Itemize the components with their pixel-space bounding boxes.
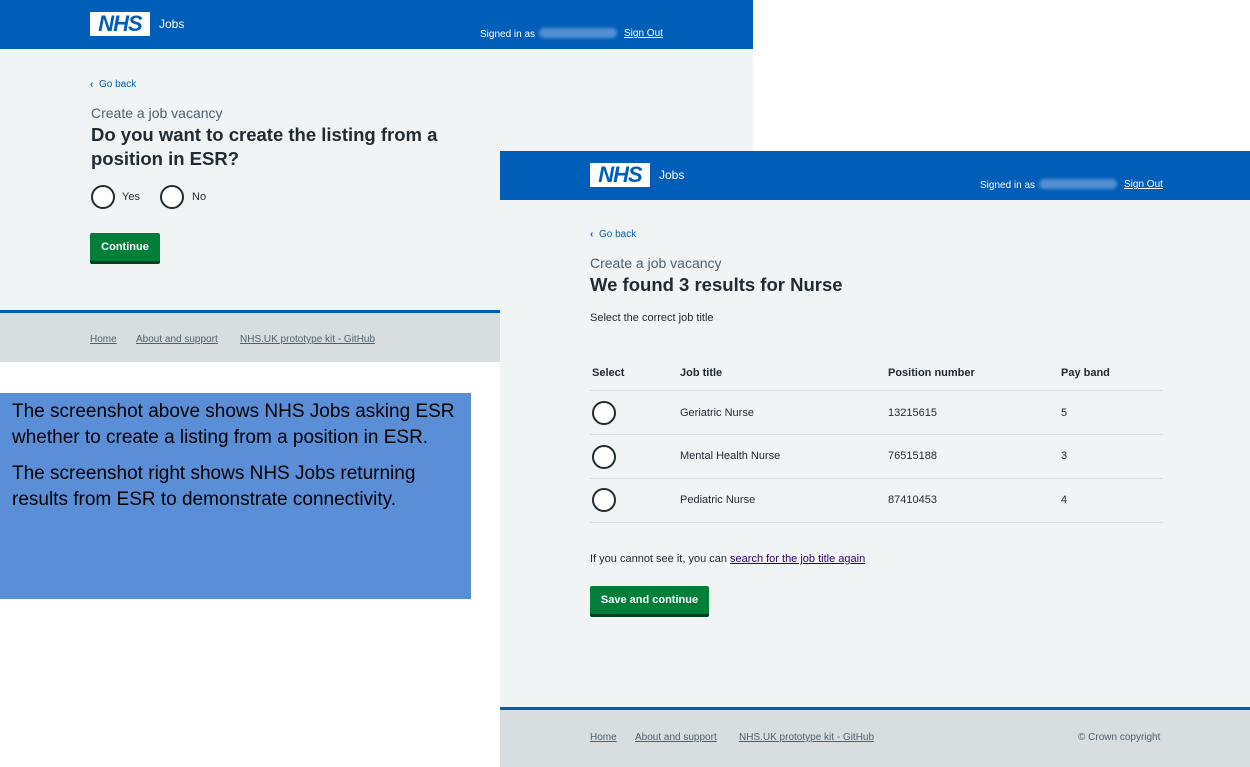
note-paragraph: The screenshot right shows NHS Jobs retu…: [12, 463, 416, 510]
footer-link-about[interactable]: About and support: [136, 334, 218, 345]
column-header-position-number: Position number: [888, 367, 975, 379]
sign-out-link[interactable]: Sign Out: [624, 28, 663, 39]
radio-no-label[interactable]: No: [192, 191, 206, 203]
signed-in-text: Signed in as: [480, 28, 621, 40]
chevron-left-icon: ‹: [90, 79, 94, 90]
copyright-text: © Crown copyright: [1078, 732, 1161, 743]
position-number-cell: 87410453: [888, 494, 937, 506]
footer-link-about[interactable]: About and support: [635, 732, 717, 743]
column-header-select: Select: [592, 367, 625, 379]
site-header: NHS Jobs Signed in as Sign Out: [500, 151, 1250, 200]
radio-yes-label[interactable]: Yes: [122, 191, 140, 203]
save-and-continue-button[interactable]: Save and continue: [590, 586, 709, 614]
service-name[interactable]: Jobs: [159, 17, 184, 31]
cannot-see-text: If you cannot see it, you can search for…: [590, 553, 866, 565]
footer-link-home[interactable]: Home: [590, 732, 617, 743]
chevron-left-icon: ‹: [590, 229, 594, 240]
column-header-job-title: Job title: [680, 367, 723, 379]
footer-link-home[interactable]: Home: [90, 334, 117, 345]
pay-band-cell: 4: [1061, 494, 1068, 506]
page-caption: Create a job vacancy: [91, 105, 223, 121]
pay-band-cell: 3: [1061, 450, 1068, 462]
table-divider: [590, 522, 1163, 523]
footer-link-github[interactable]: NHS.UK prototype kit - GitHub: [240, 334, 375, 345]
explanation-note: The screenshot above shows NHS Jobs aski…: [0, 393, 471, 599]
esr-results-screen: NHS Jobs Signed in as Sign Out ‹ Go back …: [500, 151, 1250, 767]
table-divider: [590, 390, 1163, 391]
row-radio[interactable]: [592, 488, 616, 512]
column-header-pay-band: Pay band: [1061, 367, 1110, 379]
instruction-text: Select the correct job title: [590, 312, 714, 324]
radio-no[interactable]: [160, 185, 184, 209]
redacted-user-name: [539, 28, 618, 38]
go-back-link[interactable]: ‹ Go back: [590, 229, 636, 240]
job-title-cell: Mental Health Nurse: [680, 450, 781, 462]
site-header: NHS Jobs Signed in as Sign Out: [0, 0, 753, 49]
nhs-logo[interactable]: NHS: [590, 163, 650, 187]
job-title-cell: Geriatric Nurse: [680, 407, 754, 419]
page-title: We found 3 results for Nurse: [590, 274, 843, 295]
position-number-cell: 76515188: [888, 450, 937, 462]
sign-out-link[interactable]: Sign Out: [1124, 179, 1163, 190]
search-again-link[interactable]: search for the job title again: [730, 553, 865, 565]
continue-button[interactable]: Continue: [90, 233, 160, 261]
site-footer: Home About and support NHS.UK prototype …: [500, 707, 1250, 767]
radio-yes[interactable]: [91, 185, 115, 209]
table-divider: [590, 478, 1163, 479]
signed-in-text: Signed in as: [980, 179, 1121, 191]
row-radio[interactable]: [592, 445, 616, 469]
nhs-logo[interactable]: NHS: [90, 12, 150, 36]
service-name[interactable]: Jobs: [659, 168, 684, 182]
redacted-user-name: [1039, 179, 1118, 189]
go-back-link[interactable]: ‹ Go back: [90, 79, 136, 90]
position-number-cell: 13215615: [888, 407, 937, 419]
job-title-cell: Pediatric Nurse: [680, 494, 756, 506]
row-radio[interactable]: [592, 401, 616, 425]
page-caption: Create a job vacancy: [590, 255, 722, 271]
page-title: Do you want to create the listing from a…: [91, 124, 438, 169]
note-paragraph: The screenshot above shows NHS Jobs aski…: [12, 401, 455, 448]
pay-band-cell: 5: [1061, 407, 1068, 419]
footer-link-github[interactable]: NHS.UK prototype kit - GitHub: [739, 732, 874, 743]
table-divider: [590, 434, 1163, 435]
